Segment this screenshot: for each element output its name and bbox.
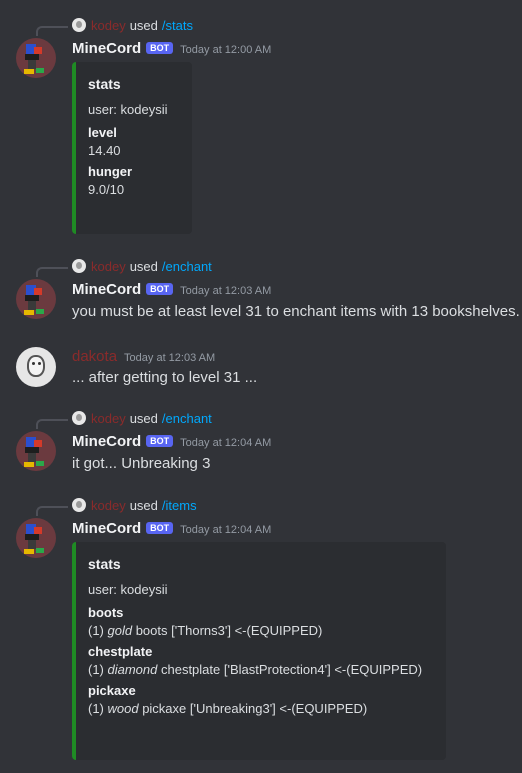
message-header: MineCord BOT Today at 12:00 AM bbox=[72, 40, 271, 57]
reply-username[interactable]: kodey bbox=[91, 259, 126, 274]
embed-description: user: kodeysii bbox=[88, 102, 168, 117]
field-rest: boots ['Thorns3'] <-(EQUIPPED) bbox=[132, 623, 323, 638]
bot-tag: BOT bbox=[146, 283, 174, 295]
field-material: wood bbox=[107, 701, 139, 716]
message-header: MineCord BOT Today at 12:04 AM bbox=[72, 520, 271, 537]
reply-context[interactable]: kodey used /enchant bbox=[72, 257, 212, 275]
timestamp: Today at 12:04 AM bbox=[180, 437, 272, 449]
reply-username[interactable]: kodey bbox=[91, 18, 126, 33]
embed-title: stats bbox=[88, 556, 121, 572]
reply-used-label: used bbox=[129, 258, 158, 274]
message-text: you must be at least level 31 to enchant… bbox=[72, 303, 520, 320]
reply-context[interactable]: kodey used /stats bbox=[72, 16, 193, 34]
avatar[interactable] bbox=[16, 38, 56, 78]
avatar[interactable] bbox=[16, 431, 56, 471]
bot-tag: BOT bbox=[146, 42, 174, 54]
reply-avatar-icon bbox=[72, 259, 86, 273]
field-value: (1) wood pickaxe ['Unbreaking3'] <-(EQUI… bbox=[88, 701, 430, 716]
reply-command[interactable]: /enchant bbox=[162, 259, 212, 274]
message-header: dakota Today at 12:03 AM bbox=[72, 348, 215, 365]
avatar[interactable] bbox=[16, 518, 56, 558]
field-prefix: (1) bbox=[88, 662, 108, 677]
field-material: gold bbox=[107, 623, 133, 638]
field-name: hunger bbox=[88, 164, 133, 179]
reply-username[interactable]: kodey bbox=[91, 411, 126, 426]
embed-title: stats bbox=[88, 76, 121, 92]
message-3: dakota Today at 12:03 AM ... after getti… bbox=[0, 344, 522, 394]
avatar[interactable] bbox=[16, 347, 56, 387]
field-value: 14.40 bbox=[88, 143, 121, 158]
timestamp: Today at 12:04 AM bbox=[180, 524, 272, 536]
message-text: ... after getting to level 31 ... bbox=[72, 369, 258, 386]
reply-command[interactable]: /stats bbox=[162, 18, 193, 33]
reply-used-label: used bbox=[129, 410, 158, 426]
embed-description: user: kodeysii bbox=[88, 582, 168, 597]
embed: stats user: kodeysii boots (1) gold boot… bbox=[72, 542, 446, 760]
field-name: boots bbox=[88, 605, 124, 620]
reply-avatar-icon bbox=[72, 411, 86, 425]
avatar[interactable] bbox=[16, 279, 56, 319]
message-header: MineCord BOT Today at 12:03 AM bbox=[72, 281, 271, 298]
field-value: (1) gold boots ['Thorns3'] <-(EQUIPPED) bbox=[88, 623, 430, 638]
timestamp: Today at 12:00 AM bbox=[180, 44, 272, 56]
embed: stats user: kodeysii level 14.40 hunger … bbox=[72, 62, 192, 234]
timestamp: Today at 12:03 AM bbox=[124, 352, 216, 364]
message-text: it got... Unbreaking 3 bbox=[72, 455, 211, 472]
author-name[interactable]: dakota bbox=[72, 348, 117, 365]
message-4: kodey used /enchant MineCord BOT Today a… bbox=[0, 407, 522, 477]
field-prefix: (1) bbox=[88, 623, 108, 638]
author-name[interactable]: MineCord bbox=[72, 40, 141, 57]
reply-connector bbox=[36, 26, 68, 36]
reply-used-label: used bbox=[129, 497, 158, 513]
message-1: kodey used /stats MineCord BOT Today at … bbox=[0, 0, 522, 240]
bot-tag: BOT bbox=[146, 435, 174, 447]
field-material: diamond bbox=[107, 662, 158, 677]
reply-used-label: used bbox=[129, 17, 158, 33]
reply-connector bbox=[36, 506, 68, 516]
field-name: level bbox=[88, 125, 117, 140]
reply-context[interactable]: kodey used /items bbox=[72, 496, 197, 514]
field-rest: pickaxe ['Unbreaking3'] <-(EQUIPPED) bbox=[138, 701, 368, 716]
message-2: kodey used /enchant MineCord BOT Today a… bbox=[0, 255, 522, 325]
field-value: (1) diamond chestplate ['BlastProtection… bbox=[88, 662, 430, 677]
field-name: pickaxe bbox=[88, 683, 136, 698]
message-header: MineCord BOT Today at 12:04 AM bbox=[72, 433, 271, 450]
reply-command[interactable]: /enchant bbox=[162, 411, 212, 426]
reply-command[interactable]: /items bbox=[162, 498, 197, 513]
field-name: chestplate bbox=[88, 644, 153, 659]
field-value: 9.0/10 bbox=[88, 182, 125, 197]
author-name[interactable]: MineCord bbox=[72, 281, 141, 298]
author-name[interactable]: MineCord bbox=[72, 520, 141, 537]
reply-username[interactable]: kodey bbox=[91, 498, 126, 513]
reply-avatar-icon bbox=[72, 18, 86, 32]
reply-avatar-icon bbox=[72, 498, 86, 512]
field-rest: chestplate ['BlastProtection4'] <-(EQUIP… bbox=[157, 662, 423, 677]
reply-connector bbox=[36, 419, 68, 429]
bot-tag: BOT bbox=[146, 522, 174, 534]
reply-context[interactable]: kodey used /enchant bbox=[72, 409, 212, 427]
reply-connector bbox=[36, 267, 68, 277]
field-prefix: (1) bbox=[88, 701, 108, 716]
author-name[interactable]: MineCord bbox=[72, 433, 141, 450]
timestamp: Today at 12:03 AM bbox=[180, 285, 272, 297]
message-5: kodey used /items MineCord BOT Today at … bbox=[0, 494, 522, 773]
